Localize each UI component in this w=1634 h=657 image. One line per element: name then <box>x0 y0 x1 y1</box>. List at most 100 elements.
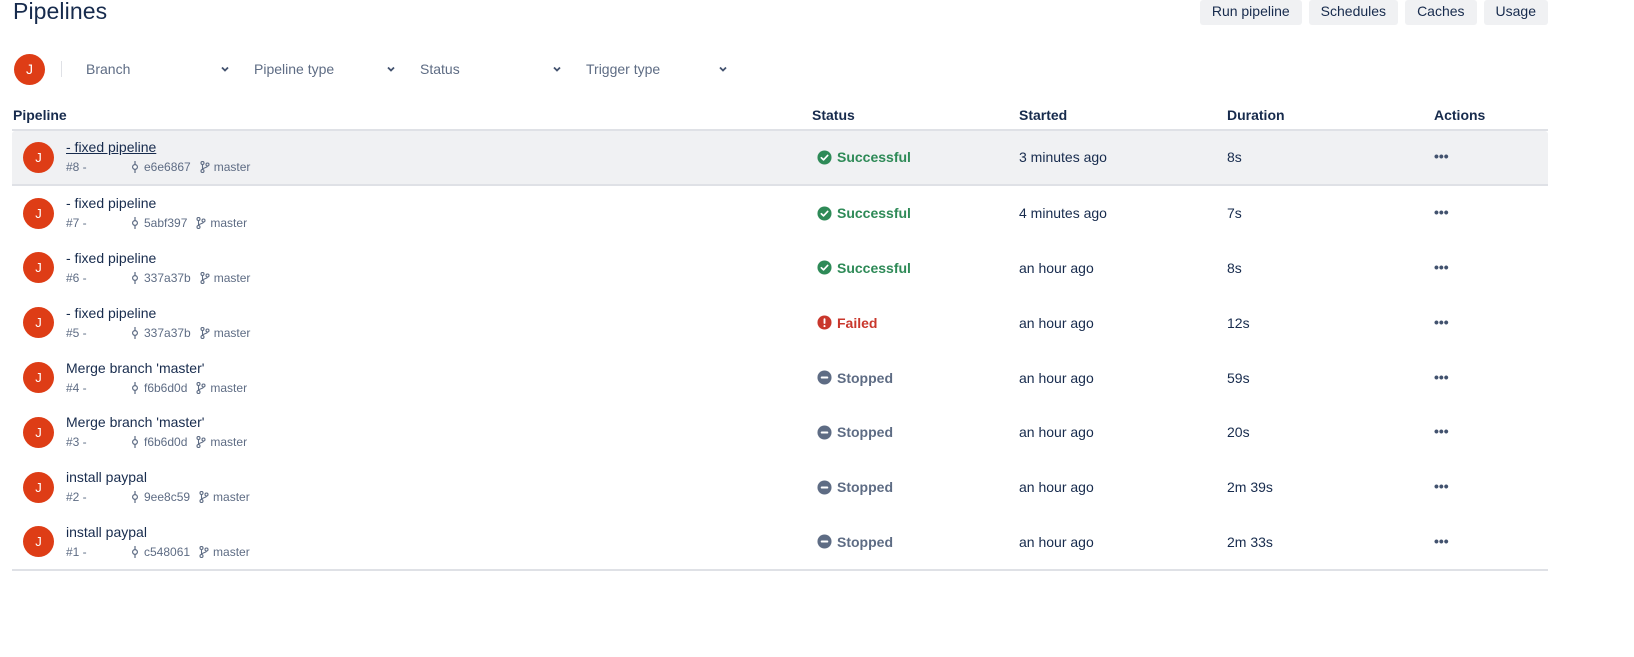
branch-icon <box>196 217 206 230</box>
pipeline-title-link[interactable]: - fixed pipeline <box>66 139 250 156</box>
branch-link[interactable]: master <box>210 434 247 450</box>
column-header-started: Started <box>1019 107 1068 123</box>
status-label: Successful <box>837 259 911 276</box>
commit-hash-link[interactable]: 337a37b <box>144 325 191 341</box>
status-filter-dropdown[interactable]: Status <box>408 54 574 84</box>
branch-icon <box>200 271 210 284</box>
branch-link[interactable]: master <box>213 544 250 560</box>
commit-icon <box>131 491 139 504</box>
table-row[interactable]: J install paypal #1 - c548061 master Sto… <box>12 515 1548 570</box>
more-actions-button[interactable]: ••• <box>1434 423 1449 439</box>
branch-filter-dropdown[interactable]: Branch <box>74 54 242 84</box>
pipeline-cell: J install paypal #2 - 9ee8c59 master <box>12 469 812 505</box>
duration: 59s <box>1227 369 1250 386</box>
schedules-button[interactable]: Schedules <box>1308 0 1399 25</box>
status-cell: Successful <box>812 205 1019 221</box>
commit-hash-link[interactable]: f6b6d0d <box>144 380 187 396</box>
branch-icon <box>199 491 209 504</box>
status-label: Stopped <box>837 424 893 441</box>
pipeline-title-link[interactable]: - fixed pipeline <box>66 305 250 322</box>
branch-link[interactable]: master <box>214 325 251 341</box>
pipeline-title-link[interactable]: Merge branch 'master' <box>66 360 247 377</box>
status-cell: Failed <box>812 315 1019 331</box>
pipeline-title-link[interactable]: - fixed pipeline <box>66 195 247 212</box>
pipeline-number: #6 - <box>66 270 87 285</box>
duration: 7s <box>1227 205 1242 222</box>
commit-hash-link[interactable]: e6e6867 <box>144 159 191 175</box>
pipeline-title-link[interactable]: install paypal <box>66 469 250 486</box>
started-time: an hour ago <box>1019 369 1094 386</box>
commit-hash-link[interactable]: c548061 <box>144 544 190 560</box>
table-row[interactable]: J - fixed pipeline #8 - e6e6867 master S… <box>12 131 1548 186</box>
more-actions-button[interactable]: ••• <box>1434 148 1449 164</box>
status-cell: Successful <box>812 260 1019 276</box>
chevron-down-icon <box>553 66 561 72</box>
pipeline-meta: #2 - 9ee8c59 master <box>66 489 250 505</box>
commit-hash-link[interactable]: 9ee8c59 <box>144 489 190 505</box>
commit-hash-link[interactable]: 5abf397 <box>144 215 187 231</box>
branch-link[interactable]: master <box>210 380 247 396</box>
pipeline-meta: #6 - 337a37b master <box>66 270 250 286</box>
branch-filter-label: Branch <box>86 61 131 77</box>
commit-hash-link[interactable]: f6b6d0d <box>144 434 187 450</box>
branch-icon <box>196 436 206 449</box>
table-row[interactable]: J install paypal #2 - 9ee8c59 master Sto… <box>12 460 1548 515</box>
author-avatar: J <box>23 307 54 339</box>
branch-link[interactable]: master <box>214 159 251 175</box>
started-time: an hour ago <box>1019 479 1094 496</box>
pipeline-title-link[interactable]: - fixed pipeline <box>66 250 250 267</box>
table-row[interactable]: J - fixed pipeline #5 - 337a37b master F… <box>12 295 1548 350</box>
commit-icon <box>131 436 139 449</box>
duration: 8s <box>1227 149 1242 166</box>
branch-link[interactable]: master <box>210 215 247 231</box>
author-avatar: J <box>23 252 54 284</box>
pipeline-cell: J install paypal #1 - c548061 master <box>12 524 812 560</box>
more-actions-button[interactable]: ••• <box>1434 369 1449 385</box>
pipeline-cell: J - fixed pipeline #8 - e6e6867 master <box>12 139 812 175</box>
column-header-pipeline: Pipeline <box>13 107 67 123</box>
more-actions-button[interactable]: ••• <box>1434 533 1449 549</box>
commit-icon <box>131 217 139 230</box>
table-row[interactable]: J - fixed pipeline #6 - 337a37b master S… <box>12 241 1548 296</box>
status-cell: Stopped <box>812 479 1019 495</box>
status-label: Failed <box>837 314 878 331</box>
user-filter-avatar[interactable]: J <box>14 53 45 85</box>
stop-circle-icon <box>817 370 832 385</box>
run-pipeline-button[interactable]: Run pipeline <box>1199 0 1302 25</box>
status-label: Successful <box>837 149 911 166</box>
branch-icon <box>196 381 206 394</box>
duration: 20s <box>1227 424 1250 441</box>
table-row[interactable]: J Merge branch 'master' #4 - f6b6d0d mas… <box>12 350 1548 405</box>
trigger-type-filter-dropdown[interactable]: Trigger type <box>574 54 740 84</box>
more-actions-button[interactable]: ••• <box>1434 314 1449 330</box>
pipeline-number: #4 - <box>66 380 87 395</box>
table-row[interactable]: J Merge branch 'master' #3 - f6b6d0d mas… <box>12 405 1548 460</box>
table-body: J - fixed pipeline #8 - e6e6867 master S… <box>12 131 1548 572</box>
status-label: Successful <box>837 205 911 222</box>
author-avatar: J <box>23 362 54 394</box>
commit-hash-link[interactable]: 337a37b <box>144 270 191 286</box>
pipeline-cell: J Merge branch 'master' #4 - f6b6d0d mas… <box>12 360 812 396</box>
table-row[interactable]: J - fixed pipeline #7 - 5abf397 master S… <box>12 186 1548 241</box>
caches-button[interactable]: Caches <box>1405 0 1477 25</box>
pipeline-cell: J Merge branch 'master' #3 - f6b6d0d mas… <box>12 414 812 450</box>
branch-link[interactable]: master <box>213 489 250 505</box>
branch-link[interactable]: master <box>214 270 251 286</box>
author-avatar: J <box>23 526 54 558</box>
status-badge: Stopped <box>812 424 1019 440</box>
more-actions-button[interactable]: ••• <box>1434 204 1449 220</box>
status-cell: Stopped <box>812 424 1019 440</box>
more-actions-button[interactable]: ••• <box>1434 478 1449 494</box>
page-title: Pipelines <box>13 0 108 24</box>
pipeline-title-link[interactable]: Merge branch 'master' <box>66 414 247 431</box>
chevron-down-icon <box>719 66 727 72</box>
status-cell: Successful <box>812 149 1019 165</box>
status-cell: Stopped <box>812 534 1019 550</box>
pipeline-number: #7 - <box>66 216 87 231</box>
error-circle-icon <box>817 315 832 330</box>
usage-button[interactable]: Usage <box>1483 0 1548 25</box>
branch-icon <box>200 161 210 174</box>
more-actions-button[interactable]: ••• <box>1434 259 1449 275</box>
pipeline-type-filter-dropdown[interactable]: Pipeline type <box>242 54 408 84</box>
pipeline-title-link[interactable]: install paypal <box>66 524 250 541</box>
